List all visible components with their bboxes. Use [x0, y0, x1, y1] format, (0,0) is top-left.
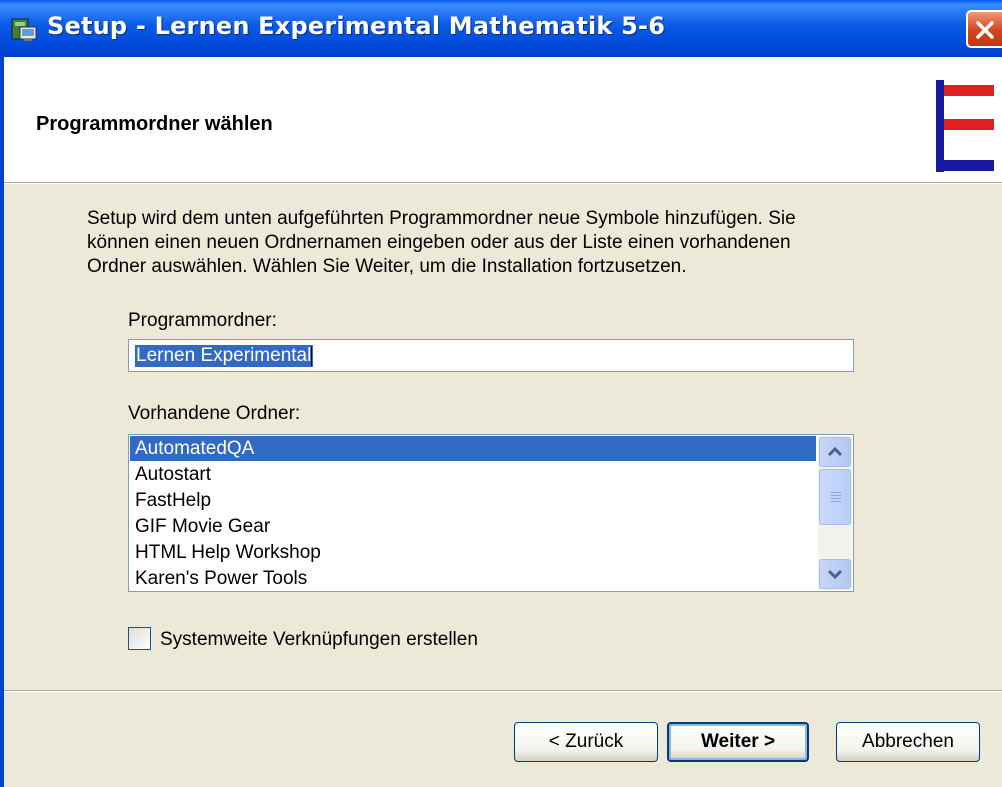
setup-app-icon [11, 18, 37, 41]
list-item[interactable]: Autostart [130, 462, 816, 487]
grip-line [831, 498, 841, 499]
grip-line [831, 501, 841, 502]
grip-line [831, 492, 841, 493]
publisher-logo [936, 80, 994, 172]
page-title: Programmordner wählen [36, 113, 273, 135]
chevron-up-icon [827, 446, 843, 457]
list-item[interactable]: GIF Movie Gear [130, 514, 816, 539]
next-button[interactable]: Weiter > [667, 722, 809, 762]
list-item[interactable]: FastHelp [130, 488, 816, 513]
scroll-thumb[interactable] [819, 469, 851, 525]
existing-folders-list[interactable]: AutomatedQA Autostart FastHelp GIF Movie… [128, 434, 854, 592]
title-bar: Setup - Lernen Experimental Mathematik 5… [0, 0, 1002, 57]
scroll-up-button[interactable] [819, 437, 851, 467]
window-title: Setup - Lernen Experimental Mathematik 5… [47, 12, 666, 40]
system-shortcuts-checkbox[interactable] [128, 627, 151, 650]
description-line: Setup wird dem unten aufgeführten Progra… [87, 208, 796, 229]
header-divider-highlight [0, 183, 1002, 184]
wizard-header: Programmordner wählen [0, 57, 1002, 182]
grip-line [831, 495, 841, 496]
back-button[interactable]: < Zurück [514, 722, 658, 762]
program-folder-input[interactable]: Lernen Experimental [128, 339, 854, 372]
list-item[interactable]: Karen's Power Tools [130, 566, 816, 591]
existing-folders-label: Vorhandene Ordner: [128, 403, 301, 424]
description-line: können einen neuen Ordnernamen eingeben … [87, 232, 791, 253]
list-item[interactable]: HTML Help Workshop [130, 540, 816, 565]
window-border-left [0, 57, 4, 787]
footer-divider-highlight [0, 691, 1002, 692]
close-button[interactable] [966, 10, 1002, 48]
vertical-scrollbar[interactable] [818, 436, 852, 590]
system-shortcuts-label[interactable]: Systemweite Verknüpfungen erstellen [160, 629, 478, 651]
program-folder-text: Lernen Experimental [136, 345, 312, 366]
program-folder-label: Programmordner: [128, 310, 277, 331]
description-line: Ordner auswählen. Wählen Sie Weiter, um … [87, 256, 687, 277]
close-icon [976, 21, 994, 39]
list-item[interactable]: AutomatedQA [130, 436, 816, 461]
cancel-button[interactable]: Abbrechen [836, 722, 980, 762]
text-caret [311, 345, 313, 366]
chevron-down-icon [827, 569, 843, 580]
description-text: Setup wird dem unten aufgeführten Progra… [87, 207, 917, 279]
scroll-down-button[interactable] [819, 559, 851, 589]
program-folder-value: Lernen Experimental [135, 345, 314, 367]
